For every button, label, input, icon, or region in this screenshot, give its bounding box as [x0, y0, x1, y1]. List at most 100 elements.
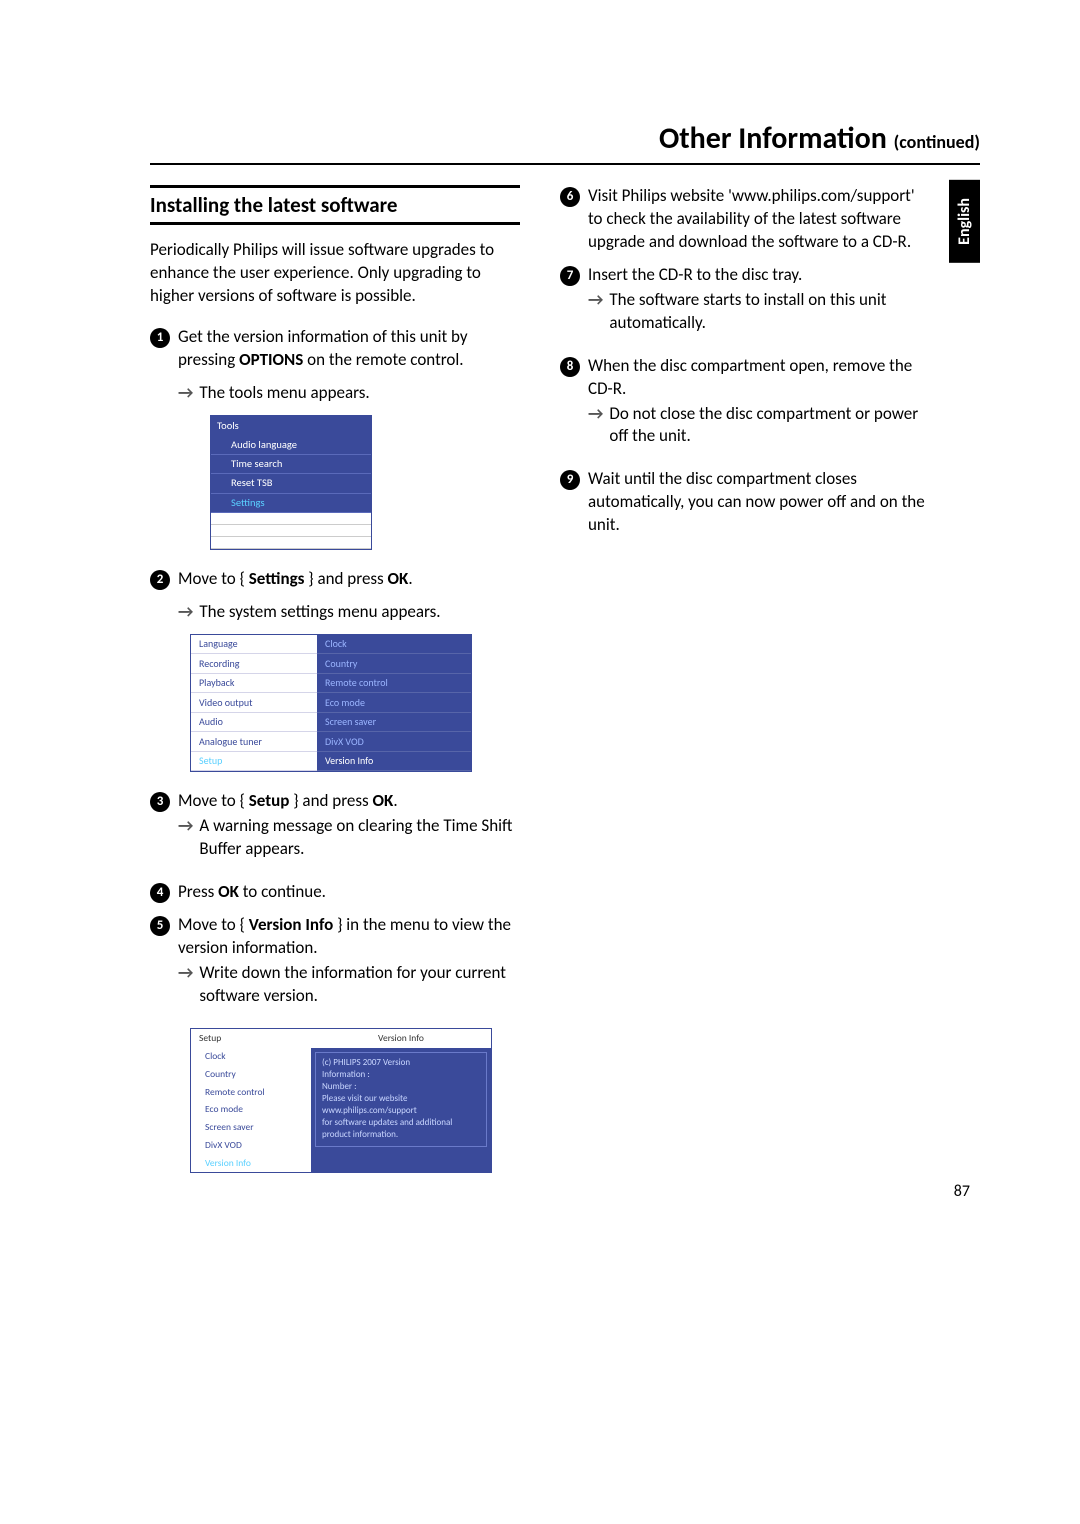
- step-2-text-c: .: [408, 568, 412, 589]
- version-info-line: Number :: [322, 1081, 480, 1093]
- step-1-text-b: on the remote control.: [303, 349, 463, 370]
- version-info-line: www.philips.com/support: [322, 1105, 480, 1117]
- version-left-item: Clock: [191, 1048, 311, 1066]
- settings-left-item: Video output: [191, 693, 317, 713]
- step-8-text: When the disc compartment open, remove t…: [588, 355, 912, 399]
- step-2-bold-2: OK: [388, 568, 409, 589]
- settings-right-item: Country: [317, 654, 471, 674]
- section-heading: Installing the latest software: [150, 185, 520, 225]
- figure-settings-menu: Language Recording Playback Video output…: [190, 634, 472, 773]
- settings-left-item: Playback: [191, 674, 317, 694]
- step-number-icon: 2: [150, 570, 170, 590]
- step-2-text-b: } and press: [304, 568, 387, 589]
- version-left-item: Country: [191, 1065, 311, 1083]
- step-number-icon: 5: [150, 916, 170, 936]
- version-info-line: Please visit our website: [322, 1093, 480, 1105]
- arrow-icon: →: [588, 289, 603, 312]
- version-info-line: for software updates and additional: [322, 1117, 480, 1129]
- step-6-text: Visit Philips website 'www.philips.com/s…: [588, 185, 930, 254]
- settings-left-item: Audio: [191, 713, 317, 733]
- settings-right-item: Clock: [317, 635, 471, 655]
- step-3: 3 Move to { Setup } and press OK. → A wa…: [150, 790, 520, 871]
- version-left-item: Screen saver: [191, 1119, 311, 1137]
- tools-header: Tools: [211, 416, 371, 436]
- step-number-icon: 7: [560, 266, 580, 286]
- step-number-icon: 8: [560, 357, 580, 377]
- step-3-text-a: Move to {: [178, 790, 249, 811]
- settings-right-item: Remote control: [317, 674, 471, 694]
- left-column: Installing the latest software Periodica…: [150, 185, 520, 1191]
- arrow-icon: →: [178, 382, 193, 405]
- step-6: 6 Visit Philips website 'www.philips.com…: [560, 185, 930, 254]
- step-9-text: Wait until the disc compartment closes a…: [588, 468, 930, 537]
- step-4: 4 Press OK to continue.: [150, 881, 520, 904]
- step-3-text-c: .: [393, 790, 397, 811]
- page-title-continued: (continued): [894, 131, 980, 153]
- step-5-arrow-text: Write down the information for your curr…: [199, 962, 520, 1008]
- step-2-arrow-text: The system settings menu appears.: [199, 601, 440, 624]
- arrow-icon: →: [588, 403, 603, 426]
- settings-right-item: Screen saver: [317, 713, 471, 733]
- version-left-header: Setup: [191, 1029, 311, 1048]
- step-3-text-b: } and press: [289, 790, 372, 811]
- step-number-icon: 9: [560, 470, 580, 490]
- step-number-icon: 1: [150, 328, 170, 348]
- figure-tools-menu: Tools Audio language Time search Reset T…: [210, 415, 372, 550]
- version-info-line: (c) PHILIPS 2007 Version: [322, 1057, 480, 1069]
- tools-item: Audio language: [211, 436, 371, 455]
- step-1-bold: OPTIONS: [239, 349, 303, 370]
- page-number: 87: [954, 1182, 970, 1201]
- step-number-icon: 3: [150, 792, 170, 812]
- arrow-icon: →: [178, 962, 193, 985]
- step-8-arrow-text: Do not close the disc compartment or pow…: [609, 403, 930, 449]
- step-2-text-a: Move to {: [178, 568, 249, 589]
- step-1-arrow-text: The tools menu appears.: [199, 382, 369, 405]
- arrow-icon: →: [178, 815, 193, 838]
- step-1-result: → The tools menu appears.: [150, 382, 520, 405]
- step-number-icon: 6: [560, 187, 580, 207]
- settings-right-item: Eco mode: [317, 693, 471, 713]
- intro-paragraph: Periodically Philips will issue software…: [150, 239, 520, 308]
- step-8: 8 When the disc compartment open, remove…: [560, 355, 930, 459]
- step-4-text-b: to continue.: [239, 881, 326, 902]
- step-2-bold-1: Settings: [249, 568, 305, 589]
- version-left-item: DivX VOD: [191, 1137, 311, 1155]
- version-info-box: (c) PHILIPS 2007 Version Information : N…: [315, 1052, 487, 1147]
- step-3-arrow-text: A warning message on clearing the Time S…: [199, 815, 520, 861]
- step-4-bold: OK: [218, 881, 239, 902]
- right-column: 6 Visit Philips website 'www.philips.com…: [560, 185, 980, 1191]
- tools-item-selected: Settings: [211, 494, 371, 513]
- version-info-line: Information :: [322, 1069, 480, 1081]
- tools-item: Reset TSB: [211, 474, 371, 493]
- version-left-item-selected: Version Info: [191, 1154, 311, 1172]
- tools-item: Time search: [211, 455, 371, 474]
- settings-right-item-selected: Version Info: [317, 752, 471, 772]
- version-left-item: Remote control: [191, 1083, 311, 1101]
- settings-left-item: Language: [191, 635, 317, 655]
- step-5: 5 Move to { Version Info } in the menu t…: [150, 914, 520, 1018]
- step-9: 9 Wait until the disc compartment closes…: [560, 468, 930, 537]
- version-right-header: Version Info: [311, 1029, 491, 1048]
- step-7: 7 Insert the CD-R to the disc tray. → Th…: [560, 264, 930, 345]
- step-4-text-a: Press: [178, 881, 218, 902]
- settings-left-item: Analogue tuner: [191, 732, 317, 752]
- step-1: 1 Get the version information of this un…: [150, 326, 520, 372]
- step-2-result: → The system settings menu appears.: [150, 601, 520, 624]
- step-number-icon: 4: [150, 883, 170, 903]
- settings-right-item: DivX VOD: [317, 732, 471, 752]
- language-tab: English: [949, 180, 980, 263]
- step-7-arrow-text: The software starts to install on this u…: [609, 289, 930, 335]
- step-3-bold-2: OK: [373, 790, 394, 811]
- page-title: Other Information (continued): [150, 120, 980, 165]
- step-5-bold-1: Version Info: [249, 914, 333, 935]
- step-5-text-a: Move to {: [178, 914, 249, 935]
- figure-version-info: Setup Clock Country Remote control Eco m…: [190, 1028, 492, 1174]
- step-7-text: Insert the CD-R to the disc tray.: [588, 264, 802, 285]
- settings-left-item-selected: Setup: [191, 752, 317, 772]
- step-2: 2 Move to { Settings } and press OK.: [150, 568, 520, 591]
- arrow-icon: →: [178, 601, 193, 624]
- version-left-item: Eco mode: [191, 1101, 311, 1119]
- version-info-line: product information.: [322, 1129, 480, 1141]
- page-title-text: Other Information: [659, 120, 887, 157]
- settings-left-item: Recording: [191, 654, 317, 674]
